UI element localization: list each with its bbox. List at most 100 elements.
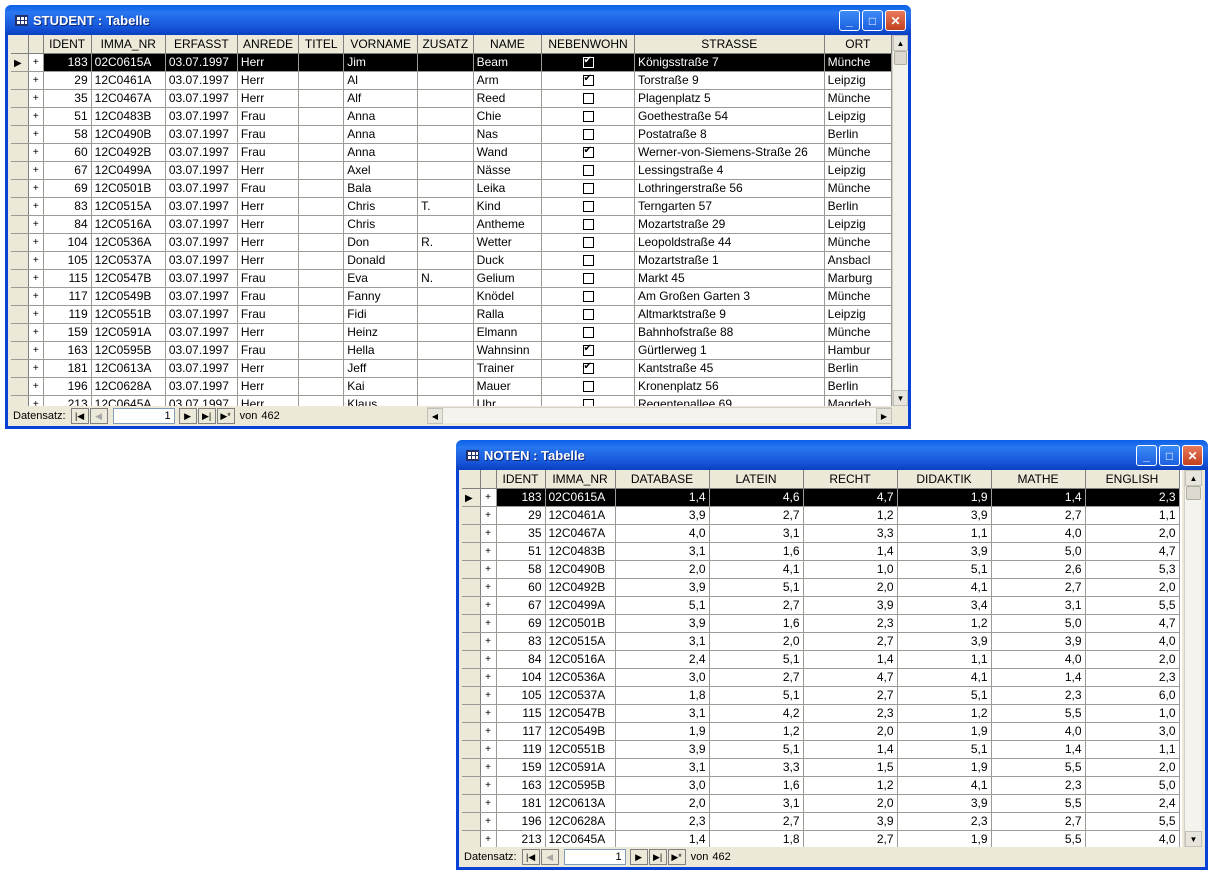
cell-name[interactable]: Chie	[473, 107, 543, 126]
cell-vorname[interactable]: Alf	[343, 89, 419, 108]
cell-mathe[interactable]: 4,0	[991, 650, 1086, 669]
cell-anrede[interactable]: Frau	[237, 107, 300, 126]
expand-plus-icon[interactable]: +	[28, 107, 44, 126]
cell-erfasst[interactable]: 03.07.1997	[165, 287, 238, 306]
column-header-ident[interactable]: IDENT	[43, 35, 92, 54]
checkbox[interactable]	[582, 201, 594, 213]
cell-strasse[interactable]: Bahnhofstraße 88	[634, 323, 825, 342]
cell-ident[interactable]: 84	[43, 215, 92, 234]
cell-nebenwohn[interactable]	[541, 53, 635, 72]
cell-vorname[interactable]: Klaus	[343, 395, 419, 406]
table-row[interactable]: +35 12C0467A 4,0 3,1 3,3 1,1 4,0 2,0	[462, 524, 1180, 543]
cell-nebenwohn[interactable]	[541, 359, 635, 378]
cell-ident[interactable]: 104	[496, 668, 546, 687]
cell-name[interactable]: Uhr	[473, 395, 543, 406]
cell-ident[interactable]: 213	[496, 830, 546, 847]
expand-plus-icon[interactable]: +	[480, 560, 497, 579]
table-row[interactable]: +83 12C0515A 03.07.1997 Herr Chris T. Kind Tern…	[11, 197, 892, 216]
cell-name[interactable]: Wand	[473, 143, 543, 162]
column-header-vorname[interactable]: VORNAME	[343, 35, 419, 54]
expand-plus-icon[interactable]: +	[28, 233, 44, 252]
cell-imma-nr[interactable]: 12C0547B	[91, 269, 166, 288]
cell-english[interactable]: 5,5	[1085, 812, 1180, 831]
cell-vorname[interactable]: Fanny	[343, 287, 419, 306]
cell-database[interactable]: 2,0	[615, 794, 710, 813]
cell-imma-nr[interactable]: 12C0490B	[91, 125, 166, 144]
column-header-english[interactable]: ENGLISH	[1085, 470, 1180, 489]
cell-erfasst[interactable]: 03.07.1997	[165, 197, 238, 216]
cell-strasse[interactable]: Altmarktstraße 9	[634, 305, 825, 324]
cell-zusatz[interactable]	[417, 305, 474, 324]
cell-anrede[interactable]: Herr	[237, 197, 300, 216]
expand-plus-icon[interactable]: +	[480, 650, 497, 669]
cell-latein[interactable]: 1,6	[709, 614, 804, 633]
cell-anrede[interactable]: Herr	[237, 377, 300, 396]
cell-titel[interactable]	[298, 233, 345, 252]
cell-strasse[interactable]: Goethestraße 54	[634, 107, 825, 126]
cell-titel[interactable]	[298, 395, 345, 406]
cell-ident[interactable]: 183	[496, 488, 546, 507]
checkbox[interactable]	[582, 255, 594, 267]
cell-vorname[interactable]: Jeff	[343, 359, 419, 378]
cell-ident[interactable]: 29	[43, 71, 92, 90]
table-row[interactable]: +83 12C0515A 3,1 2,0 2,7 3,9 3,9 4,0	[462, 632, 1180, 651]
cell-ident[interactable]: 105	[43, 251, 92, 270]
cell-erfasst[interactable]: 03.07.1997	[165, 125, 238, 144]
cell-recht[interactable]: 1,4	[803, 542, 898, 561]
cell-nebenwohn[interactable]	[541, 395, 635, 406]
scroll-up-icon[interactable]: ▲	[893, 35, 908, 51]
row-selector[interactable]	[11, 215, 29, 234]
scroll-up-icon[interactable]: ▲	[1185, 470, 1202, 486]
cell-ident[interactable]: 58	[496, 560, 546, 579]
expand-plus-icon[interactable]: +	[28, 161, 44, 180]
cell-recht[interactable]: 1,2	[803, 506, 898, 525]
checkbox[interactable]	[582, 55, 594, 69]
cell-ort[interactable]: Münche	[824, 233, 892, 252]
row-selector[interactable]	[462, 776, 481, 795]
cell-erfasst[interactable]: 03.07.1997	[165, 89, 238, 108]
cell-name[interactable]: Nässe	[473, 161, 543, 180]
cell-recht[interactable]: 1,4	[803, 740, 898, 759]
table-row[interactable]: +213 12C0645A 03.07.1997 Herr Klaus Uhr Regent…	[11, 395, 892, 406]
cell-english[interactable]: 2,0	[1085, 650, 1180, 669]
expand-plus-icon[interactable]: +	[480, 506, 497, 525]
cell-vorname[interactable]: Kai	[343, 377, 419, 396]
new-record-icon[interactable]: ▶*	[216, 408, 235, 424]
cell-ident[interactable]: 105	[496, 686, 546, 705]
table-row[interactable]: +67 12C0499A 03.07.1997 Herr Axel Nässe Lessin…	[11, 161, 892, 180]
cell-erfasst[interactable]: 03.07.1997	[165, 215, 238, 234]
cell-zusatz[interactable]	[417, 107, 474, 126]
cell-nebenwohn[interactable]	[541, 89, 635, 108]
cell-name[interactable]: Mauer	[473, 377, 543, 396]
cell-anrede[interactable]: Herr	[237, 161, 300, 180]
cell-erfasst[interactable]: 03.07.1997	[165, 377, 238, 396]
prev-record-icon[interactable]: ◀	[540, 849, 559, 865]
cell-english[interactable]: 2,4	[1085, 794, 1180, 813]
row-selector[interactable]	[462, 668, 481, 687]
cell-database[interactable]: 3,1	[615, 758, 710, 777]
cell-database[interactable]: 2,4	[615, 650, 710, 669]
checkbox[interactable]	[582, 73, 594, 87]
expand-plus-icon[interactable]: +	[28, 179, 44, 198]
cell-strasse[interactable]: Gürtlerweg 1	[634, 341, 825, 360]
cell-titel[interactable]	[298, 341, 345, 360]
row-selector[interactable]	[462, 812, 481, 831]
scroll-down-icon[interactable]: ▼	[893, 390, 908, 406]
checkbox[interactable]	[582, 327, 594, 339]
scroll-thumb[interactable]	[1186, 486, 1201, 500]
cell-english[interactable]: 5,5	[1085, 596, 1180, 615]
cell-didaktik[interactable]: 1,2	[897, 614, 992, 633]
table-row[interactable]: +163 12C0595B 3,0 1,6 1,2 4,1 2,3 5,0	[462, 776, 1180, 795]
cell-anrede[interactable]: Herr	[237, 53, 300, 72]
cell-imma-nr[interactable]: 12C0628A	[545, 812, 616, 831]
checkbox[interactable]	[582, 399, 594, 406]
cell-english[interactable]: 5,3	[1085, 560, 1180, 579]
noten-titlebar[interactable]: NOTEN : Tabelle _ □ ✕	[456, 440, 1208, 470]
cell-english[interactable]: 2,3	[1085, 488, 1180, 507]
cell-english[interactable]: 2,0	[1085, 758, 1180, 777]
cell-zusatz[interactable]	[417, 377, 474, 396]
cell-recht[interactable]: 2,3	[803, 704, 898, 723]
close-icon[interactable]: ✕	[885, 10, 906, 31]
expand-plus-icon[interactable]: +	[480, 704, 497, 723]
maximize-icon[interactable]: □	[1159, 445, 1180, 466]
